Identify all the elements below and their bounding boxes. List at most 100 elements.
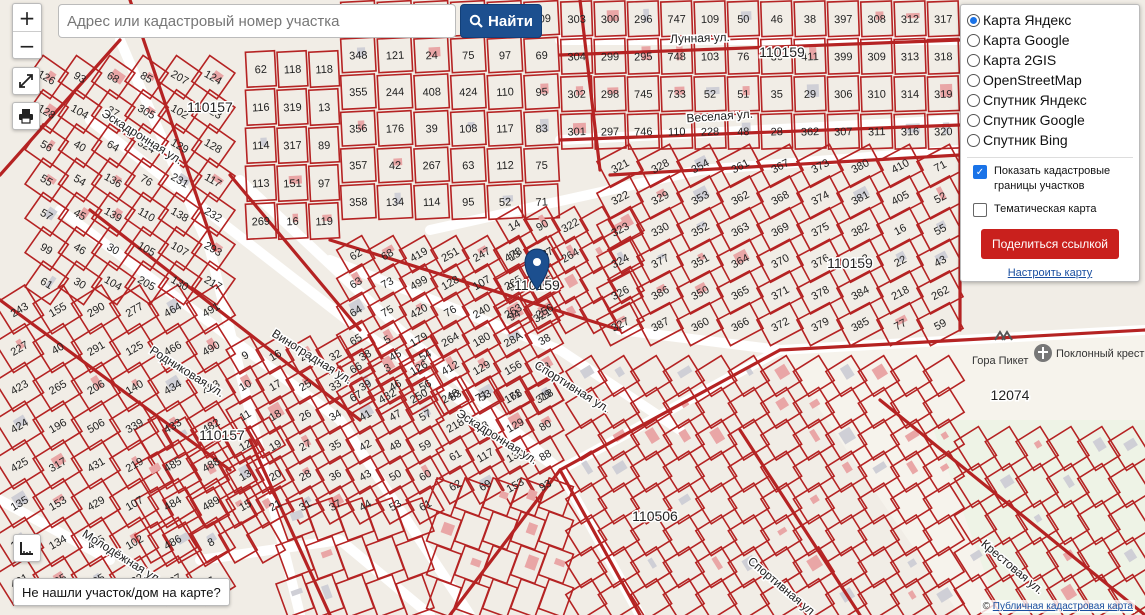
parcel-number: 298 [601,88,620,101]
parcel-number: 89 [318,140,331,153]
parcel-number: 42 [389,160,402,173]
parcel-number: 424 [459,86,478,99]
attribution: © Публичная кадастровая карта [980,600,1135,613]
parcel-number: 75 [535,160,548,173]
poi-label: Гора Пикет [972,355,1028,367]
parcel-number: 39 [425,123,438,136]
parcel-number: 114 [252,140,270,153]
parcel-number: 303 [567,13,586,26]
parcel-number: 118 [283,64,301,77]
show-borders-option[interactable]: ✓ Показать кадастровые границы участков [967,164,1133,194]
parcel-number: 357 [349,160,368,173]
layer-radio[interactable] [967,33,980,47]
search-icon [469,14,483,28]
thematic-option[interactable]: Тематическая карта [967,202,1133,217]
layer-label: Спутник Bing [983,132,1068,148]
parcel-number: 97 [499,50,512,63]
parcel-number: 119 [315,216,333,229]
parcel-number: 313 [901,51,920,64]
parcel-number: 46 [770,14,783,26]
layer-radio[interactable] [967,53,980,67]
parcel-number: 747 [667,13,686,26]
layer-label: Карта 2GIS [983,52,1057,68]
parcel-number: 309 [867,51,886,64]
search-button[interactable]: Найти [460,4,542,38]
layer-option[interactable]: Карта Яндекс [967,10,1133,30]
quarter-label: 110157 [199,427,245,443]
parcel-number: 300 [601,13,620,26]
parcel-number: 319 [934,88,953,101]
thematic-checkbox[interactable] [973,203,987,217]
zoom-out-button[interactable]: − [13,32,41,59]
parcel-number: 110 [668,126,686,139]
parcel-number: 103 [701,51,720,64]
quarter-label: 110159 [759,44,805,60]
layer-option[interactable]: Карта 2GIS [967,50,1133,70]
layer-label: Карта Яндекс [983,12,1072,28]
parcel-number: 117 [496,123,514,136]
layer-option[interactable]: Спутник Яндекс [967,90,1133,110]
show-borders-checkbox[interactable]: ✓ [973,165,987,179]
parcel-number: 299 [601,51,620,64]
zoom-in-button[interactable]: + [13,4,41,32]
parcel-number: 52 [499,196,512,209]
not-found-button[interactable]: Не нашли участок/дом на карте? [13,578,230,606]
parcel-number: 267 [422,160,441,173]
parcel-number: 176 [386,123,405,136]
parcel-number: 307 [834,126,853,139]
parcel-number: 355 [349,86,368,99]
ruler-icon [20,542,33,555]
parcel-number: 109 [701,13,720,26]
parcel-number: 28 [770,126,783,138]
parcel-number: 311 [868,126,886,139]
parcel-number: 116 [252,102,270,115]
parcel-number: 748 [667,51,686,64]
parcel-number: 151 [283,178,302,191]
parcel-number: 306 [834,88,853,101]
layer-option[interactable]: Спутник Bing [967,130,1133,150]
parcel-number: 397 [834,13,853,26]
parcel-number: 63 [462,160,475,173]
layer-label: Спутник Яндекс [983,92,1087,108]
share-link-button[interactable]: Поделиться ссылкой [981,229,1119,259]
parcel-number: 48 [737,126,750,138]
parcel-number: 118 [315,64,333,77]
parcel-number: 228 [701,126,720,139]
parcel-number: 110 [496,86,514,99]
parcel-number: 316 [901,126,920,139]
street-label: Лунная ул. [670,30,730,46]
layer-panel: Карта Яндекс Карта Google Карта 2GIS OpenSt… [960,4,1140,282]
parcel-number: 297 [601,126,620,139]
layer-label: Спутник Google [983,112,1085,128]
parcel-number: 310 [867,88,886,101]
layer-radio[interactable] [967,133,980,147]
parcel-number: 38 [804,14,817,26]
parcel-number: 50 [737,14,750,26]
search-input[interactable] [58,4,456,38]
quarter-label: 12074 [991,387,1030,403]
layer-radio[interactable] [967,13,980,27]
show-borders-label: Показать кадастровые границы участков [994,165,1111,192]
attribution-link[interactable]: Публичная кадастровая карта [993,601,1133,612]
parcel-number: 35 [770,89,783,101]
parcel-number: 317 [283,140,302,153]
parcel-number: 358 [349,196,368,209]
parcel-number: 733 [667,88,686,101]
parcel-number: 304 [567,51,586,64]
layer-radio[interactable] [967,93,980,107]
layer-radio[interactable] [967,73,980,87]
layer-option[interactable]: Карта Google [967,30,1133,50]
print-button[interactable] [12,102,40,130]
parcel-number: 314 [901,88,920,101]
parcel-number: 95 [462,196,475,209]
parcel-number: 76 [737,51,750,63]
fullscreen-button[interactable] [12,67,40,95]
parcel-number: 745 [634,88,653,101]
parcel-number: 301 [567,126,586,139]
ruler-button[interactable] [13,534,41,562]
layer-option[interactable]: OpenStreetMap [967,70,1133,90]
expand-icon [19,74,33,88]
layer-option[interactable]: Спутник Google [967,110,1133,130]
setup-map-link[interactable]: Настроить карту [967,267,1133,279]
layer-radio[interactable] [967,113,980,127]
